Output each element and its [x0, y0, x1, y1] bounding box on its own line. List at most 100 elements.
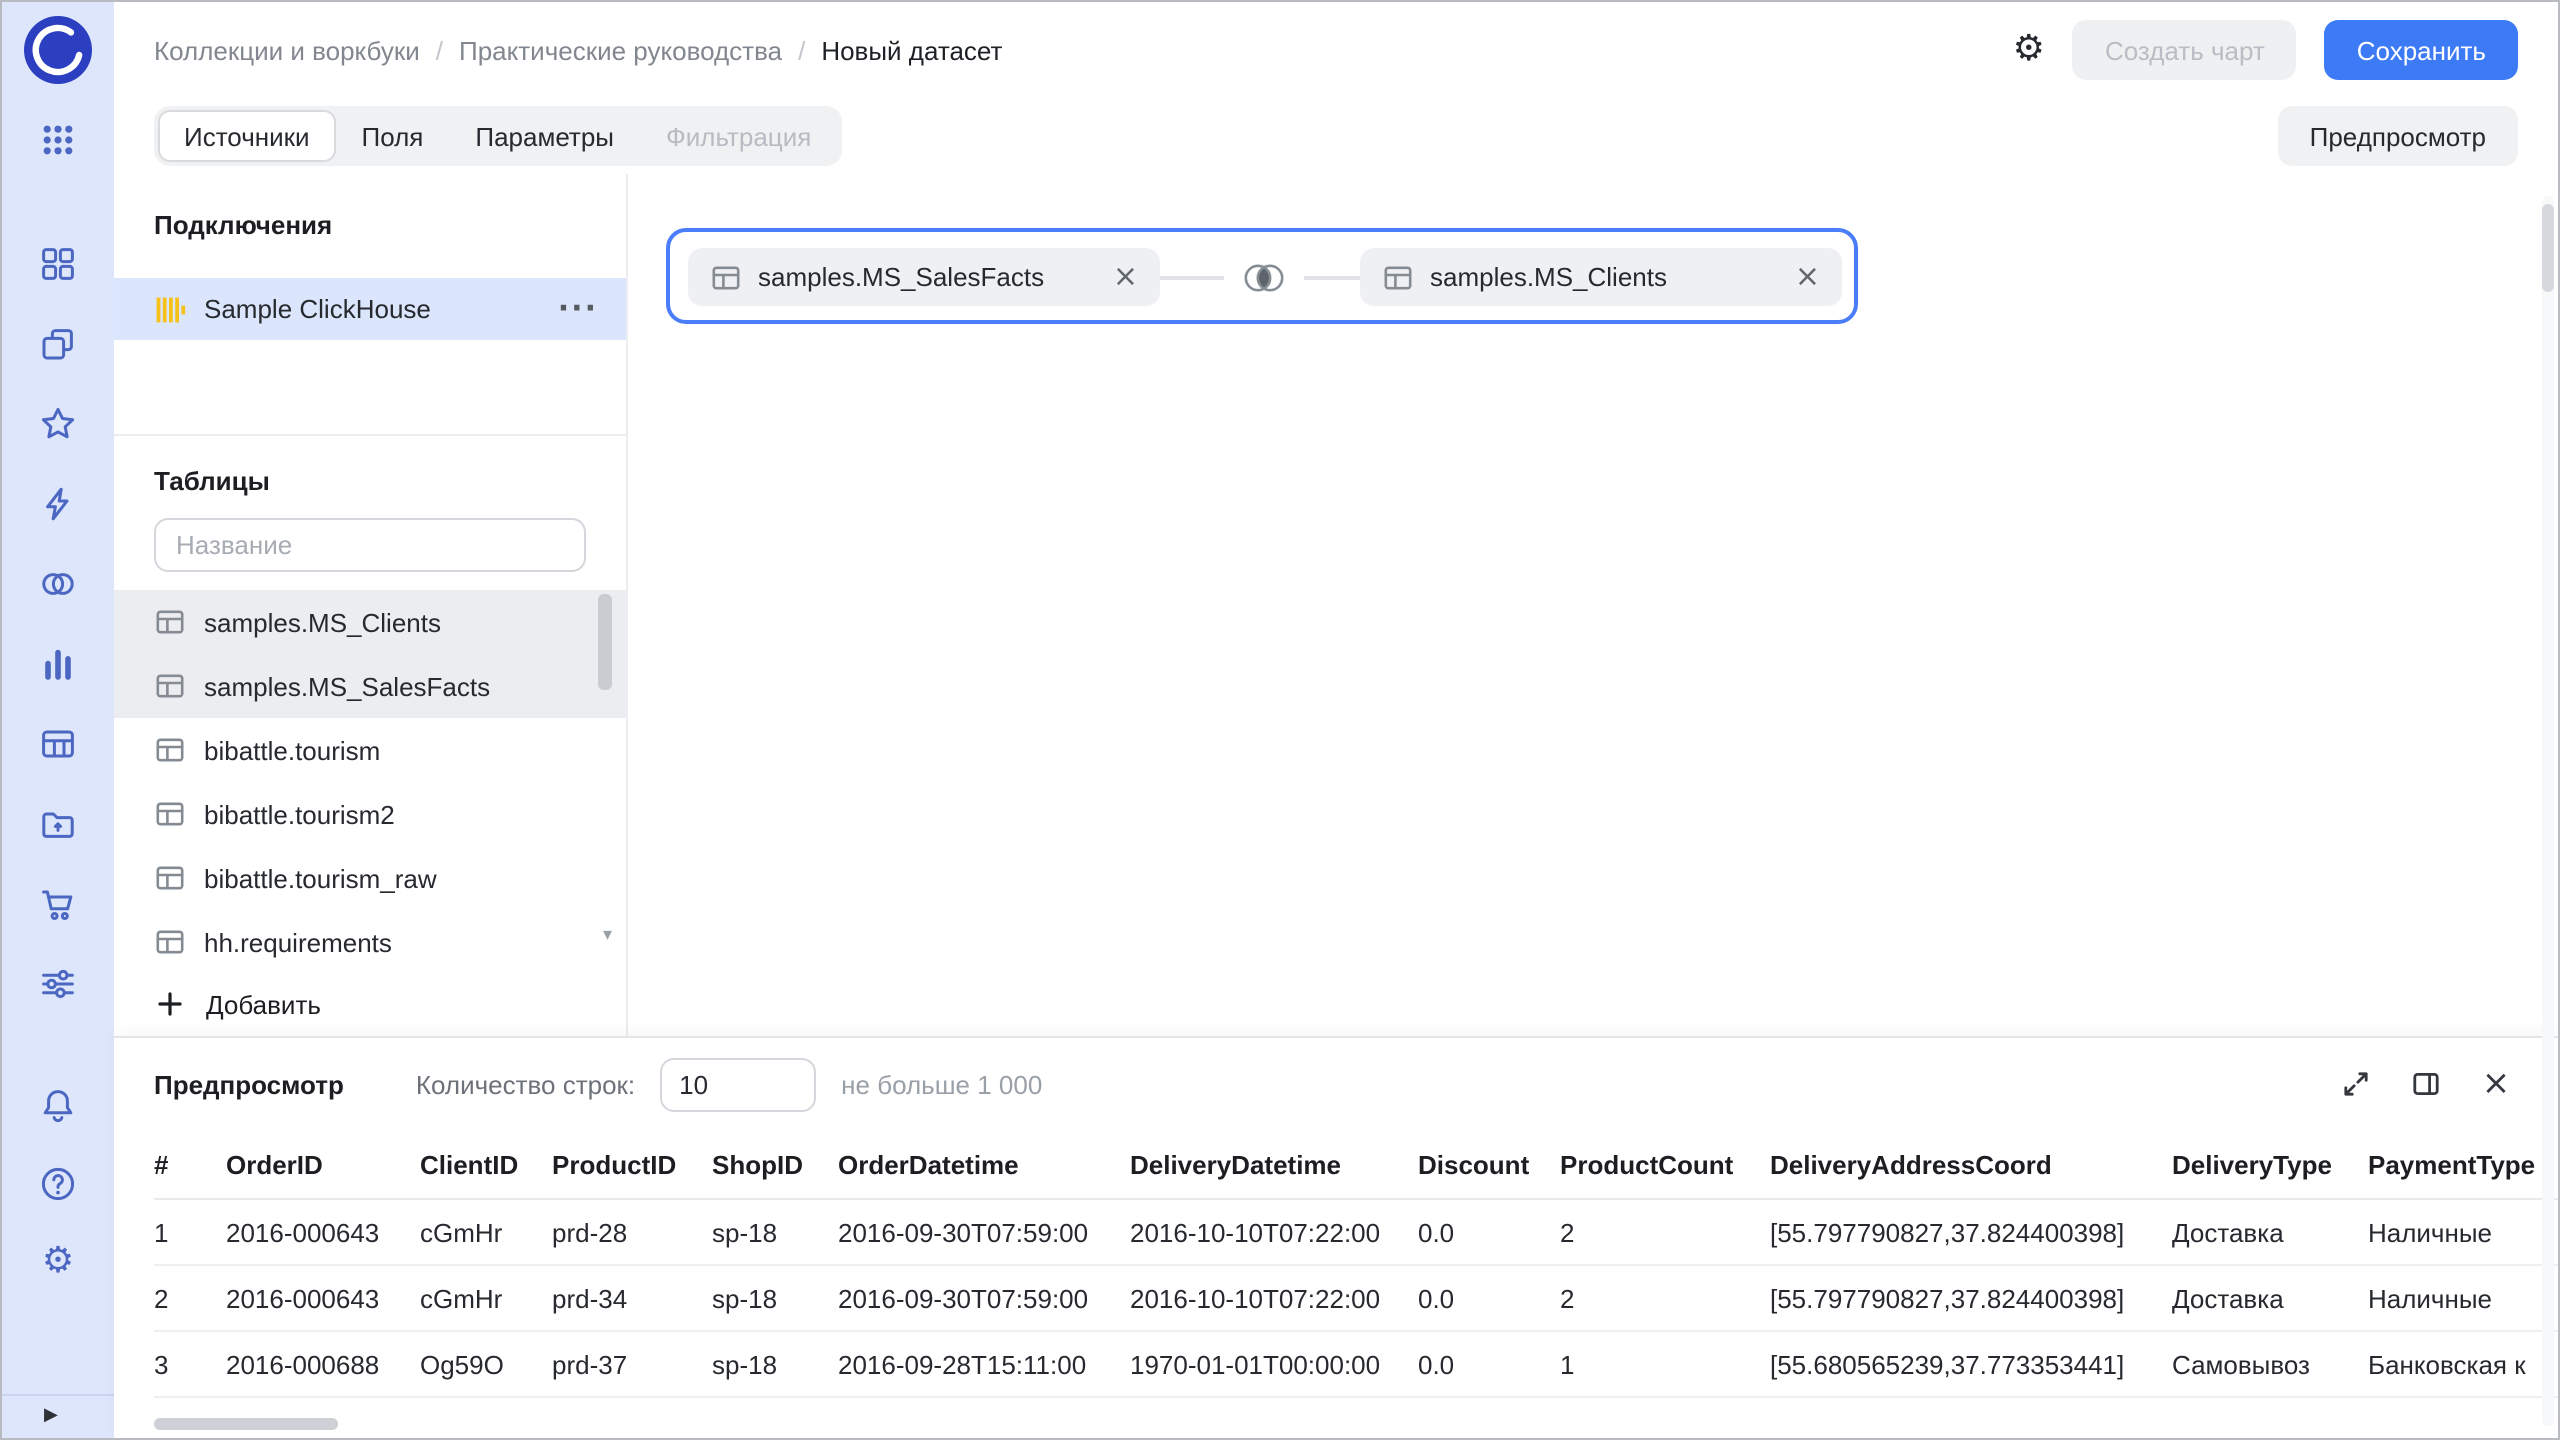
datasets-table-icon[interactable] [38, 724, 78, 764]
save-button[interactable]: Сохранить [2325, 20, 2518, 80]
cell: 0.0 [1418, 1331, 1560, 1397]
services-sliders-icon[interactable] [38, 964, 78, 1004]
horizontal-scrollbar-thumb[interactable] [154, 1418, 338, 1430]
cell: 2016-000643 [226, 1265, 420, 1331]
tab-sources[interactable]: Источники [158, 110, 336, 162]
dataset-tabs: Источники Поля Параметры Фильтрация [154, 106, 841, 166]
table-name: samples.MS_Clients [204, 607, 441, 637]
cell: Доставка [2172, 1265, 2368, 1331]
help-icon[interactable] [38, 1164, 78, 1204]
marketplace-cart-icon[interactable] [38, 884, 78, 924]
sources-panel: Подключения Sample ClickHouse ··· Таблиц… [114, 174, 626, 1038]
table-list-item[interactable]: samples.MS_SalesFacts [114, 654, 626, 718]
favorites-star-icon[interactable] [38, 404, 78, 444]
table-chip-clients[interactable]: samples.MS_Clients × [1360, 248, 1842, 306]
add-table-button[interactable]: Добавить [154, 978, 321, 1030]
table-list-item[interactable]: bibattle.tourism2 [114, 782, 626, 846]
page-scrollbar-track[interactable] [2542, 196, 2554, 1426]
cell: 2016-000688 [226, 1331, 420, 1397]
sidebar-collapse-button[interactable]: ▶ [2, 1394, 114, 1438]
cell: 0.0 [1418, 1199, 1560, 1265]
cell: prd-37 [552, 1331, 712, 1397]
storage-folder-icon[interactable] [38, 804, 78, 844]
notifications-bell-icon[interactable] [38, 1086, 78, 1126]
charts-icon[interactable] [38, 644, 78, 684]
breadcrumb-separator: / [436, 35, 443, 65]
cell: Доставка [2172, 1199, 2368, 1265]
tables-list-scrollbar[interactable] [598, 594, 612, 690]
remove-table-icon[interactable]: × [1113, 262, 1138, 292]
cell: 2016-09-28T15:11:00 [838, 1331, 1130, 1397]
page-scrollbar-thumb[interactable] [2542, 204, 2554, 292]
header-row: # OrderID ClientID ProductID ShopID Orde… [154, 1130, 2558, 1199]
connection-name: Sample ClickHouse [204, 294, 540, 324]
preview-panel: Предпросмотр Количество строк: не больше… [114, 1036, 2558, 1438]
settings-gear-icon[interactable]: ⚙ [38, 1242, 78, 1282]
table-icon [154, 798, 186, 830]
sidebar-bottom-nav: ⚙ [38, 1086, 78, 1282]
tab-fields[interactable]: Поля [336, 110, 450, 162]
table-name: bibattle.tourism_raw [204, 863, 437, 893]
cell: sp-18 [712, 1199, 838, 1265]
column-header: Discount [1418, 1130, 1560, 1199]
table-row: 2 2016-000643 cGmHr prd-34 sp-18 2016-09… [154, 1265, 2558, 1331]
column-header: DeliveryDatetime [1130, 1130, 1418, 1199]
table-name: bibattle.tourism2 [204, 799, 395, 829]
table-list-item[interactable]: bibattle.tourism [114, 718, 626, 782]
apps-grid-icon[interactable] [38, 120, 78, 160]
cell: 1970-01-01T00:00:00 [1130, 1331, 1418, 1397]
table-chip-salesfacts[interactable]: samples.MS_SalesFacts × [688, 248, 1160, 306]
breadcrumb-item-workbook[interactable]: Практические руководства [459, 35, 782, 65]
table-list-item[interactable]: hh.requirements [114, 910, 626, 974]
table-list-item[interactable]: samples.MS_Clients [114, 590, 626, 654]
screenshot-stage: ⚙ ▶ Коллекции и воркбуки / Практические … [0, 0, 2560, 1440]
panel-divider [114, 434, 626, 436]
cell: 3 [154, 1331, 226, 1397]
create-chart-button[interactable]: Создать чарт [2073, 20, 2297, 80]
dashboards-icon[interactable] [38, 244, 78, 284]
preview-toggle-button[interactable]: Предпросмотр [2278, 106, 2518, 166]
table-icon [710, 261, 742, 293]
table-search-input[interactable] [154, 518, 586, 572]
cell: 1 [154, 1199, 226, 1265]
cell: 2016-10-10T07:22:00 [1130, 1265, 1418, 1331]
row-count-input[interactable] [659, 1057, 815, 1111]
tabs-row: Источники Поля Параметры Фильтрация Пред… [114, 98, 2558, 174]
close-preview-icon[interactable]: × [2478, 1066, 2514, 1102]
sidebar-nav [38, 244, 78, 1004]
dataset-settings-gear-icon[interactable]: ⚙ [2013, 32, 2045, 68]
breadcrumb-item-current: Новый датасет [821, 35, 1002, 65]
expand-preview-icon[interactable] [2338, 1066, 2374, 1102]
dock-preview-icon[interactable] [2408, 1066, 2444, 1102]
column-header: ShopID [712, 1130, 838, 1199]
cell: cGmHr [420, 1265, 552, 1331]
relations-venn-icon[interactable] [38, 564, 78, 604]
datalens-logo-icon[interactable] [24, 16, 92, 84]
cell: 2 [154, 1265, 226, 1331]
collections-icon[interactable] [38, 324, 78, 364]
column-header: DeliveryType [2172, 1130, 2368, 1199]
tab-filtering: Фильтрация [640, 110, 837, 162]
connection-item-sample-clickhouse[interactable]: Sample ClickHouse ··· [114, 278, 626, 340]
cell: sp-18 [712, 1331, 838, 1397]
table-icon [1382, 261, 1414, 293]
remove-table-icon[interactable]: × [1795, 262, 1820, 292]
preview-header: Предпросмотр Количество строк: не больше… [114, 1038, 2558, 1130]
top-bar-actions: ⚙ Создать чарт Сохранить [2013, 20, 2518, 80]
cell: 0.0 [1418, 1265, 1560, 1331]
cell: Банковская к [2368, 1331, 2558, 1397]
cell: Наличные [2368, 1265, 2558, 1331]
cell: 2016-09-30T07:59:00 [838, 1265, 1130, 1331]
table-list-item[interactable]: bibattle.tourism_raw [114, 846, 626, 910]
breadcrumb-item-collections[interactable]: Коллекции и воркбуки [154, 35, 420, 65]
tab-parameters[interactable]: Параметры [449, 110, 640, 162]
app-sidebar: ⚙ ▶ [2, 2, 114, 1438]
scroll-down-arrow-icon[interactable]: ▾ [603, 928, 612, 946]
connection-menu-button[interactable]: ··· [558, 294, 598, 324]
table-name: hh.requirements [204, 927, 392, 957]
cell: 2 [1560, 1265, 1770, 1331]
cell: Наличные [2368, 1199, 2558, 1265]
join-type-icon[interactable] [1224, 252, 1304, 302]
connections-lightning-icon[interactable] [38, 484, 78, 524]
join-group[interactable]: samples.MS_SalesFacts × samples.MS_Clien… [666, 228, 1858, 324]
